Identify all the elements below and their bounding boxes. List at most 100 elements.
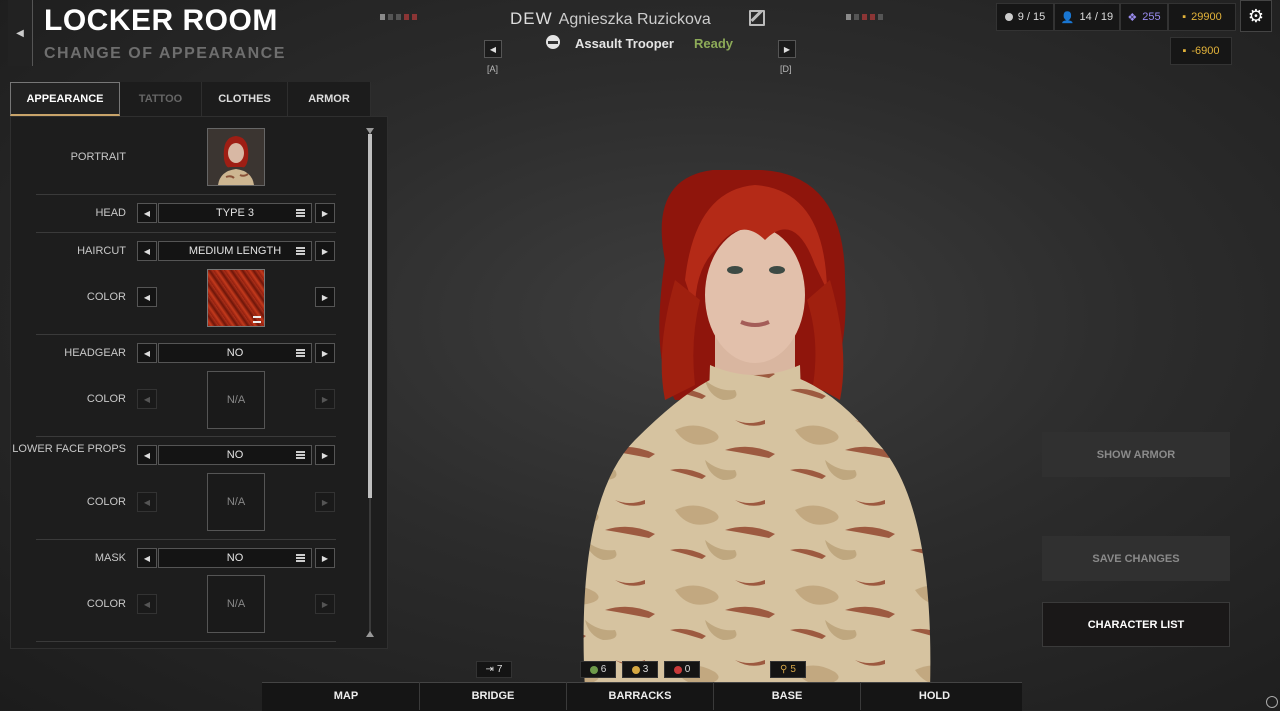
portrait-label: PORTRAIT [70, 151, 126, 163]
chevron-left-icon: ◀ [143, 450, 151, 460]
next-key-hint: [D] [780, 64, 792, 74]
intel-value: 255 [1142, 11, 1161, 23]
tab-armor[interactable]: ARMOR [288, 82, 371, 116]
nav-hold[interactable]: HOLD [861, 682, 1008, 710]
headgear-next-button[interactable]: ▶ [315, 343, 335, 363]
save-changes-button[interactable]: SAVE CHANGES [1042, 536, 1230, 581]
chevron-left-icon: ◀ [143, 292, 151, 302]
menu-icon [296, 349, 305, 357]
edit-icon[interactable] [749, 10, 765, 26]
yellow-counter: 3 [622, 661, 658, 678]
haircut-select[interactable]: MEDIUM LENGTH [158, 241, 312, 261]
next-soldier-button[interactable]: ▶ [778, 40, 796, 58]
slots-icon: ⚲ [780, 664, 788, 675]
mask-value: NO [226, 552, 244, 564]
nav-barracks[interactable]: BARRACKS [567, 682, 714, 710]
settings-button[interactable]: ⚙ [1240, 0, 1272, 32]
chevron-right-icon: ▶ [321, 208, 329, 218]
hair-color-next-button[interactable]: ▶ [315, 287, 335, 307]
transport-counter: ⇥ 7 [476, 661, 512, 678]
nav-base[interactable]: BASE [714, 682, 861, 710]
credits-value: 29900 [1191, 11, 1222, 23]
menu-icon [253, 316, 261, 323]
tab-tattoo[interactable]: TATTOO [120, 82, 202, 116]
hair-color-swatch[interactable] [207, 269, 265, 327]
haircut-label: HAIRCUT [77, 245, 126, 257]
chevron-left-icon: ◀ [143, 394, 151, 404]
nav-bridge[interactable]: BRIDGE [420, 682, 567, 710]
tab-appearance[interactable]: APPEARANCE [10, 82, 120, 116]
haircut-next-button[interactable]: ▶ [315, 241, 335, 261]
scroll-down-icon[interactable] [366, 631, 374, 637]
hair-color-prev-button[interactable]: ◀ [137, 287, 157, 307]
menu-icon [296, 554, 305, 562]
headgear-select[interactable]: NO [158, 343, 312, 363]
lower-face-color-label: COLOR [86, 496, 126, 508]
soldier-callsign: DEW [510, 9, 553, 28]
red-value: 0 [684, 664, 691, 675]
loading-icon [1266, 696, 1278, 708]
mask-color-next-button: ▶ [315, 594, 335, 614]
portrait-thumbnail[interactable] [207, 128, 265, 186]
back-button[interactable]: ◀ [8, 0, 33, 66]
hair-color-label: COLOR [86, 291, 126, 303]
lower-face-select[interactable]: NO [158, 445, 312, 465]
head-select[interactable]: TYPE 3 [158, 203, 312, 223]
lower-face-value: NO [226, 449, 244, 461]
soldier-full-name: Agnieszka Ruzickova [558, 11, 711, 28]
soldiers-counter: 👤 14 / 19 [1054, 3, 1120, 31]
lower-face-color-prev-button: ◀ [137, 492, 157, 512]
headgear-color-next-button: ▶ [315, 389, 335, 409]
mask-select[interactable]: NO [158, 548, 312, 568]
scrollbar-thumb[interactable] [368, 134, 372, 498]
head-value: TYPE 3 [216, 207, 254, 219]
tab-clothes[interactable]: CLOTHES [202, 82, 288, 116]
headgear-color-label: COLOR [86, 393, 126, 405]
cost-value: -6900 [1191, 45, 1220, 57]
divider [36, 436, 336, 437]
chevron-right-icon: ▶ [321, 497, 329, 507]
gear-icon: ⚙ [1247, 5, 1265, 26]
scroll-up-icon[interactable] [366, 128, 374, 134]
headgear-color-swatch: N/A [207, 371, 265, 429]
chevron-right-icon: ▶ [321, 450, 329, 460]
person-icon: 👤 [1060, 11, 1075, 24]
menu-icon [296, 209, 305, 217]
mask-color-label: COLOR [86, 598, 126, 610]
lower-face-color-swatch: N/A [207, 473, 265, 531]
lower-face-prev-button[interactable]: ◀ [137, 445, 157, 465]
chevron-left-icon: ◀ [489, 44, 497, 54]
cost-counter: ▪ -6900 [1170, 37, 1232, 65]
portrait-image [208, 129, 264, 185]
soldier-status: Ready [694, 36, 734, 51]
chevron-right-icon: ▶ [321, 292, 329, 302]
character-model[interactable] [545, 170, 965, 690]
chevron-left-icon: ◀ [143, 246, 151, 256]
haircut-prev-button[interactable]: ◀ [137, 241, 157, 261]
prev-soldier-button[interactable]: ◀ [484, 40, 502, 58]
chevron-right-icon: ▶ [321, 246, 329, 256]
transport-value: 7 [496, 664, 503, 675]
chevron-right-icon: ▶ [321, 394, 329, 404]
menu-icon [296, 451, 305, 459]
lower-face-next-button[interactable]: ▶ [315, 445, 335, 465]
menu-icon [296, 247, 305, 255]
prev-key-hint: [A] [487, 64, 499, 74]
show-armor-button[interactable]: SHOW ARMOR [1042, 432, 1230, 477]
mask-next-button[interactable]: ▶ [315, 548, 335, 568]
chevron-right-icon: ▶ [321, 599, 329, 609]
chevron-right-icon: ▶ [321, 348, 329, 358]
chevron-right-icon: ▶ [783, 44, 791, 54]
appearance-panel [10, 116, 388, 649]
divider [36, 194, 336, 195]
character-list-button[interactable]: CHARACTER LIST [1042, 602, 1230, 647]
chevron-left-icon: ◀ [143, 497, 151, 507]
squad-counter: 9 / 15 [996, 3, 1054, 31]
slots-counter: ⚲ 5 [770, 661, 806, 678]
nav-map[interactable]: MAP [273, 682, 420, 710]
head-next-button[interactable]: ▶ [315, 203, 335, 223]
headgear-prev-button[interactable]: ◀ [137, 343, 157, 363]
mask-prev-button[interactable]: ◀ [137, 548, 157, 568]
head-prev-button[interactable]: ◀ [137, 203, 157, 223]
head-label: HEAD [95, 207, 126, 219]
